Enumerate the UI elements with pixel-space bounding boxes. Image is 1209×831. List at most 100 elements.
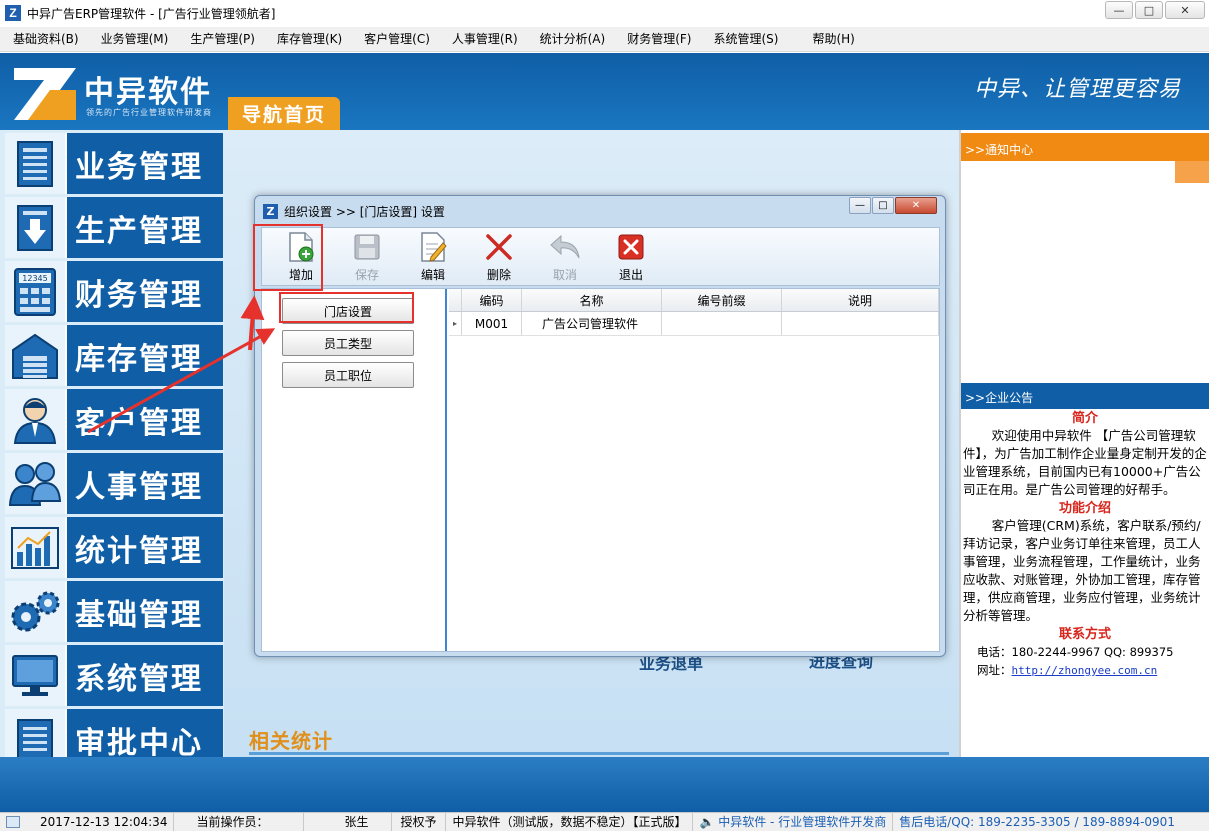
highlight-add-button [253, 224, 323, 291]
menu-finance[interactable]: 财务管理(F) [616, 27, 702, 52]
row-indicator-icon: ▸ [449, 312, 462, 335]
module-basic[interactable]: 基础管理 [5, 581, 223, 642]
vendor-text: 中异软件 - 行业管理软件开发商 [718, 814, 887, 829]
status-license: 中异软件（测试版，数据不稳定）【正式版】 [446, 813, 694, 831]
module-system[interactable]: 系统管理 [5, 645, 223, 706]
cell-prefix[interactable] [662, 312, 782, 335]
notice-center-header: >>通知中心 [961, 133, 1209, 183]
column-header-code[interactable]: 编码 [462, 289, 522, 311]
dialog-content: 门店设置 员工类型 员工职位 编码 名称 编号前缀 说明 ▸ M001 广告公司… [261, 288, 940, 652]
undo-arrow-icon [550, 234, 580, 259]
delete-x-icon [486, 234, 512, 260]
features-text: 客户管理(CRM)系统，客户联系/预约/拜访记录，客户业务订单往来管理，员工人事… [963, 518, 1201, 623]
intro-text: 欢迎使用中异软件 【广告公司管理软件】，为广告加工制作企业量身定制开发的企业管理… [963, 428, 1207, 497]
menu-production[interactable]: 生产管理(P) [179, 27, 266, 52]
column-header-note[interactable]: 说明 [782, 289, 939, 311]
minimize-button[interactable]: — [1105, 1, 1133, 19]
dialog-maximize-button[interactable]: □ [872, 197, 894, 214]
slogan-text: 中异、让管理更容易 [973, 77, 1181, 102]
cancel-label: 取消 [552, 268, 577, 282]
exit-label: 退出 [618, 268, 643, 282]
dialog-app-icon: Z [263, 204, 278, 219]
module-customer[interactable]: 客户管理 [5, 389, 223, 450]
menu-statistics[interactable]: 统计分析(A) [529, 27, 617, 52]
company-notice-header: >>企业公告 [961, 383, 1209, 409]
menu-bar: 基础资料(B) 业务管理(M) 生产管理(P) 库存管理(K) 客户管理(C) … [0, 27, 1209, 52]
status-license-label: 授权予 [392, 813, 447, 831]
cell-name[interactable]: 广告公司管理软件 [522, 312, 662, 335]
settings-category-list: 门店设置 员工类型 员工职位 [262, 289, 447, 651]
status-vendor: 🔈 中异软件 - 行业管理软件开发商 [693, 813, 894, 831]
menu-business[interactable]: 业务管理(M) [90, 27, 180, 52]
module-navigation: 业务管理 生产管理 12345 财务管理 库存管理 客户管理 人事管理 统计管理… [0, 130, 224, 757]
module-inventory[interactable]: 库存管理 [5, 325, 223, 386]
module-finance[interactable]: 12345 财务管理 [5, 261, 223, 322]
warehouse-icon [12, 333, 58, 379]
monitor-icon [12, 654, 58, 696]
module-label: 财务管理 [67, 261, 223, 322]
module-label: 人事管理 [67, 453, 223, 514]
approval-document-icon [17, 718, 53, 757]
notice-center-body [961, 161, 1209, 383]
cell-note[interactable] [782, 312, 939, 335]
dialog-close-button[interactable]: ✕ [895, 197, 937, 214]
right-info-panel: >>通知中心 >>企业公告 简介 欢迎使用中异软件 【广告公司管理软件】，为广告… [959, 130, 1209, 757]
menu-inventory[interactable]: 库存管理(K) [266, 27, 353, 52]
module-business[interactable]: 业务管理 [5, 133, 223, 194]
module-hr[interactable]: 人事管理 [5, 453, 223, 514]
menu-system[interactable]: 系统管理(S) [702, 27, 789, 52]
module-statistics[interactable]: 统计管理 [5, 517, 223, 578]
delete-label: 删除 [486, 268, 511, 282]
cancel-button[interactable]: 取消 [540, 232, 590, 284]
close-button[interactable]: ✕ [1165, 1, 1205, 19]
menu-hr[interactable]: 人事管理(R) [441, 27, 529, 52]
column-header-prefix[interactable]: 编号前缀 [662, 289, 782, 311]
table-row[interactable]: ▸ M001 广告公司管理软件 [449, 312, 939, 336]
module-label: 库存管理 [67, 325, 223, 386]
status-hotline: 售后电话/QQ: 189-2235-3305 / 189-8894-0901 [899, 814, 1175, 829]
grid-header: 编码 名称 编号前缀 说明 [449, 289, 939, 312]
contact-title: 联系方式 [1058, 627, 1111, 642]
module-label: 系统管理 [67, 645, 223, 706]
module-label: 基础管理 [67, 581, 223, 642]
list-item-employee-position[interactable]: 员工职位 [282, 362, 414, 388]
site-link[interactable]: http://zhongyee.com.cn [1012, 664, 1158, 677]
tab-nav-home[interactable]: 导航首页 [228, 97, 340, 130]
calculator-icon: 12345 [14, 267, 56, 316]
menu-help[interactable]: 帮助(H) [801, 27, 865, 52]
app-logo-icon: Z [5, 5, 21, 21]
notice-center-title: >>通知中心 [965, 143, 1034, 157]
save-button[interactable]: 保存 [342, 232, 392, 284]
store-settings-grid: 编码 名称 编号前缀 说明 ▸ M001 广告公司管理软件 [449, 289, 939, 651]
window-title: 中异广告ERP管理软件 - [广告行业管理领航者] [27, 6, 276, 21]
header-banner: 中异软件 领先的广告行业管理软件研发商 导航首页 中异、让管理更容易 [0, 53, 1209, 130]
module-production[interactable]: 生产管理 [5, 197, 223, 258]
module-approval[interactable]: 审批中心 [5, 709, 223, 757]
company-notice-title: >>企业公告 [965, 391, 1034, 405]
menu-basic-data[interactable]: 基础资料(B) [0, 27, 90, 52]
maximize-button[interactable]: □ [1135, 1, 1163, 19]
save-disk-icon [354, 234, 380, 260]
features-title: 功能介绍 [1058, 501, 1111, 516]
status-operator-label: 当前操作员： [174, 813, 305, 831]
document-list-icon [17, 140, 53, 187]
highlight-store-settings [279, 292, 414, 323]
notice-scroll-handle[interactable] [1175, 161, 1209, 183]
module-label: 生产管理 [67, 197, 223, 258]
dialog-minimize-button[interactable]: — [849, 197, 871, 214]
cell-code[interactable]: M001 [462, 312, 522, 335]
stats-divider [249, 752, 949, 755]
delete-button[interactable]: 删除 [474, 232, 524, 284]
contact-phone: 电话：180-2244-9967 QQ: 899375 [977, 645, 1174, 659]
company-name: 中异软件 [84, 75, 212, 110]
statistics-chart-icon [11, 526, 59, 569]
module-label: 审批中心 [67, 709, 223, 757]
people-icon [8, 461, 62, 506]
edit-button[interactable]: 编辑 [408, 232, 458, 284]
column-header-name[interactable]: 名称 [522, 289, 662, 311]
menu-customer[interactable]: 客户管理(C) [353, 27, 441, 52]
module-label: 客户管理 [67, 389, 223, 450]
status-icon [6, 816, 20, 828]
list-item-employee-type[interactable]: 员工类型 [282, 330, 414, 356]
exit-button[interactable]: 退出 [606, 232, 656, 284]
